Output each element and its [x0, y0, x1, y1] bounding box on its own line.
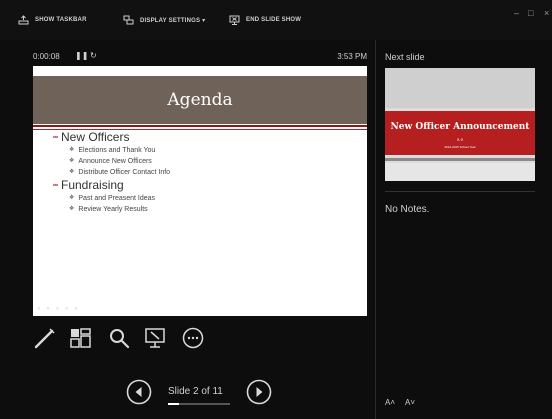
sub-bullet-text: Past and Preasent Ideas [78, 195, 156, 202]
display-settings-icon [123, 15, 134, 25]
pen-tool-button[interactable] [33, 326, 57, 350]
next-slide-ornament: ϐ ϑ [457, 137, 463, 142]
next-slide-label: Next slide [385, 52, 425, 62]
end-show-icon [229, 15, 240, 25]
sub-bullet: ❖ Announce New Officers [53, 156, 353, 167]
slide-progress-bar [168, 403, 230, 405]
font-size-controls: A˄ A˅ [385, 398, 415, 407]
pointer-screen-button[interactable] [143, 326, 167, 350]
next-slide-subtitle: 2014-2015 School Year [444, 145, 476, 149]
next-slide-title: New Officer Announcement [390, 122, 530, 132]
thumb-grey-line [385, 158, 535, 161]
previous-arrow-icon [126, 379, 152, 405]
minimize-button[interactable]: – [514, 8, 519, 18]
end-slide-show-button[interactable]: END SLIDE SHOW [229, 12, 301, 28]
see-all-slides-icon [70, 328, 91, 348]
bullet-new-officers: ∞ New Officers [53, 130, 353, 145]
sub-bullet-icon: ❖ [69, 195, 75, 201]
current-time: 3:53 PM [337, 52, 367, 61]
sub-bullet-icon: ❖ [69, 147, 75, 153]
slide-counter[interactable]: Slide 2 of 11 [168, 386, 223, 397]
display-settings-button[interactable]: DISPLAY SETTINGS ▾ [123, 12, 205, 28]
sub-bullet-text: Announce New Officers [78, 158, 152, 165]
increase-font-button[interactable]: A˄ [385, 398, 395, 407]
previous-slide-button[interactable] [126, 379, 152, 405]
see-all-slides-button[interactable] [69, 326, 93, 350]
pane-divider [375, 40, 376, 419]
sub-bullet-icon: ❖ [69, 169, 75, 175]
slide-bullet-list: ∞ New Officers ❖ Elections and Thank You… [53, 130, 353, 215]
next-slide-thumbnail[interactable]: New Officer Announcement ϐ ϑ 2014-2015 S… [385, 68, 535, 181]
bullet-fundraising: ∞ Fundraising [53, 178, 353, 193]
slide-title: Agenda [167, 90, 233, 110]
bullet-glyph-icon: ∞ [53, 134, 58, 141]
bullet-text: New Officers [61, 130, 130, 144]
sub-bullet: ❖ Review Yearly Results [53, 204, 353, 215]
restart-timer-button[interactable]: ↻ [90, 51, 97, 60]
pointer-screen-icon [145, 328, 165, 348]
show-taskbar-label: SHOW TASKBAR [35, 17, 87, 23]
sub-bullet-text: Review Yearly Results [78, 206, 148, 213]
pen-icon [34, 328, 55, 349]
bullet-text: Fundraising [61, 178, 124, 192]
more-options-button[interactable] [181, 326, 205, 350]
sub-bullet-text: Elections and Thank You [78, 147, 156, 154]
restore-button[interactable]: □ [528, 8, 533, 18]
slide-progress-fill [168, 403, 180, 405]
thumb-bottom-area [385, 163, 535, 181]
speaker-notes[interactable]: No Notes. [385, 204, 429, 215]
sub-bullet: ❖ Past and Preasent Ideas [53, 193, 353, 204]
timer-row: 0:00:08 ❚❚ ↻ 3:53 PM [33, 51, 367, 65]
zoom-button[interactable] [107, 326, 131, 350]
decrease-font-button[interactable]: A˅ [405, 398, 415, 407]
taskbar-icon [18, 15, 29, 25]
sub-bullet: ❖ Elections and Thank You [53, 145, 353, 156]
slide-accent-line [33, 125, 367, 127]
elapsed-timer: 0:00:08 [33, 52, 60, 61]
sub-bullet-icon: ❖ [69, 206, 75, 212]
zoom-icon [110, 329, 130, 349]
sub-bullet: ❖ Distribute Officer Contact Info [53, 167, 353, 178]
close-button[interactable]: × [544, 8, 549, 18]
notes-divider [385, 191, 535, 192]
next-slide-button[interactable] [246, 379, 272, 405]
pause-timer-button[interactable]: ❚❚ [75, 51, 88, 60]
next-arrow-icon [246, 379, 272, 405]
thumb-top-area [385, 68, 535, 108]
end-slide-show-label: END SLIDE SHOW [246, 17, 302, 23]
display-settings-label: DISPLAY SETTINGS ▾ [140, 17, 206, 24]
sub-bullet-icon: ❖ [69, 158, 75, 164]
slide-navigation: Slide 2 of 11 [126, 379, 274, 407]
current-slide[interactable]: Agenda ∞ New Officers ❖ Elections and Th… [33, 66, 367, 316]
slide-faint-controls: ● ● ● ● ● [37, 306, 80, 312]
sub-bullet-text: Distribute Officer Contact Info [78, 169, 171, 176]
show-taskbar-button[interactable]: SHOW TASKBAR [18, 12, 87, 28]
presenter-toolbar: SHOW TASKBAR DISPLAY SETTINGS ▾ END SLID… [0, 0, 552, 40]
bullet-glyph-icon: ∞ [53, 182, 58, 189]
more-options-icon [182, 327, 204, 349]
presenter-tools [33, 326, 233, 350]
